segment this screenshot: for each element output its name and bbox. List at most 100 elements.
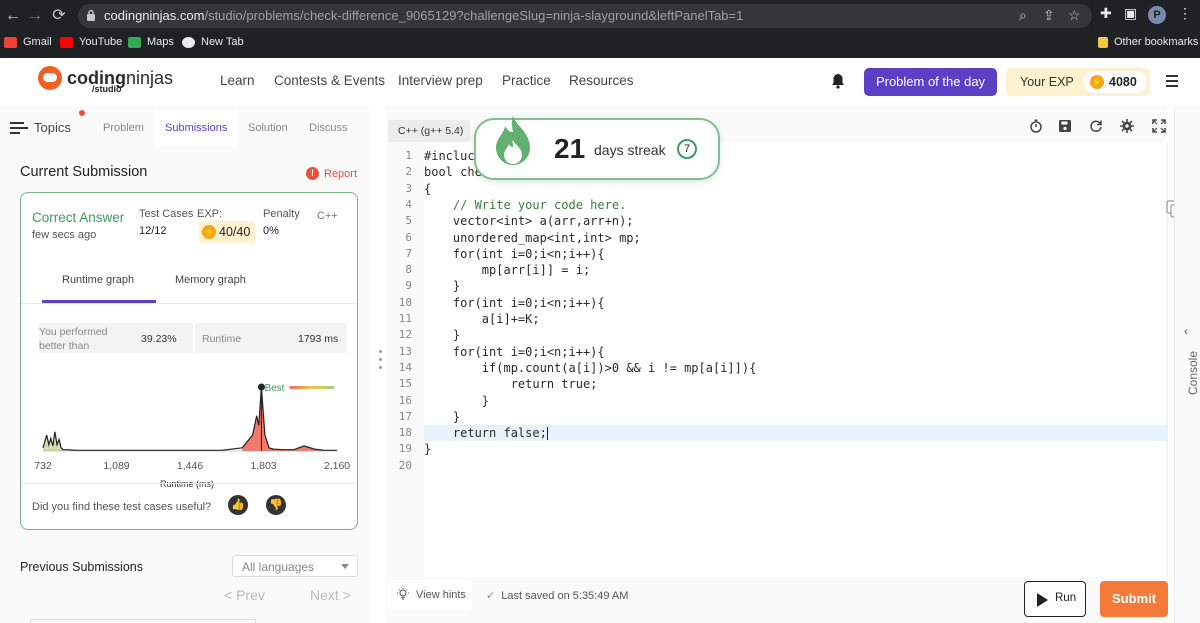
runtime-line	[42, 386, 337, 451]
chevron-left-icon[interactable]: ‹	[1184, 324, 1188, 338]
tab-memory-graph[interactable]: Memory graph	[175, 274, 246, 286]
line-number: 3	[405, 181, 412, 195]
zoom-icon[interactable]: ⌕	[1019, 7, 1027, 24]
play-icon	[1037, 593, 1048, 607]
reset-icon[interactable]	[1089, 119, 1103, 133]
line-number: 6	[405, 230, 412, 244]
url-host: codingninjas.com	[104, 8, 205, 23]
save-icon[interactable]	[1058, 119, 1072, 133]
code-editor: C++ (g++ 5.4) 1 2 3 4 5 6 7 8 9 10 11 12 13 14 15 16 17 1…	[386, 106, 1182, 623]
back-icon[interactable]: ←	[2, 5, 24, 27]
x-tick-label: 2,160	[324, 460, 350, 472]
address-row: ← → ⟳ codingninjas.com/studio/problems/c…	[0, 0, 1200, 32]
thumbs-down-icon[interactable]: 👎	[266, 495, 286, 515]
runtime-label: Runtime	[202, 333, 242, 345]
topics-label: Topics	[34, 120, 71, 135]
runtime-value: 1793 ms	[298, 333, 339, 345]
line-number: 15	[398, 377, 412, 391]
tab-submissions[interactable]: Submissions	[165, 122, 228, 134]
globe-icon	[182, 36, 195, 48]
console-rail[interactable]: ‹ Console	[1174, 106, 1200, 623]
prev-button[interactable]: < Prev	[224, 587, 265, 603]
code-line: }	[424, 409, 461, 424]
code-line: return true;	[424, 377, 598, 392]
submission-card: Correct Answer few secs ago Test Cases 1…	[20, 192, 358, 530]
star-icon[interactable]: ☆	[1068, 7, 1081, 24]
language-selector[interactable]: C++ (g++ 5.4)	[388, 120, 470, 142]
tab-runtime-graph[interactable]: Runtime graph	[62, 274, 134, 286]
other-bookmarks-label: Other bookmarks	[1114, 36, 1199, 48]
exp-earned-value: 40/40	[219, 225, 251, 239]
tab-solution[interactable]: Solution	[248, 122, 288, 134]
bookmark-gmail[interactable]: Gmail	[4, 36, 52, 48]
left-panel: Topics Problem Submissions Solution Disc…	[0, 106, 370, 623]
url-path: /studio/problems/check-difference_906512…	[204, 8, 744, 23]
submission-time: few secs ago	[32, 229, 97, 241]
menu-dots-icon[interactable]: ⋮	[1178, 5, 1192, 22]
bookmark-youtube[interactable]: YouTube	[60, 36, 122, 48]
bookmark-label: Gmail	[23, 36, 52, 48]
current-submission-title: Current Submission	[20, 164, 148, 180]
last-saved-status: ✓ Last saved on 5:35:49 AM	[486, 589, 628, 602]
line-number: 4	[405, 197, 412, 211]
sidepanel-icon[interactable]: ▣	[1124, 5, 1137, 22]
view-hints-button[interactable]: View hints	[388, 580, 472, 610]
run-button[interactable]: Run	[1024, 581, 1086, 617]
line-number: 16	[398, 393, 412, 407]
tab-discuss[interactable]: Discuss	[309, 122, 348, 134]
test-cases-value: 12/12	[139, 225, 167, 237]
share-icon[interactable]: ⇪	[1043, 7, 1055, 24]
line-number: 11	[398, 312, 412, 325]
panel-resize-handle[interactable]	[379, 350, 383, 380]
nav-resources[interactable]: Resources	[569, 73, 634, 88]
fullscreen-icon[interactable]	[1152, 119, 1166, 133]
code-line: if(mp.count(a[i])>0 && i != mp[a[i]]){	[424, 360, 757, 375]
extensions-icon[interactable]: ✚	[1100, 5, 1112, 22]
forward-icon[interactable]: →	[24, 5, 46, 27]
alert-icon: !	[306, 167, 319, 180]
timer-icon[interactable]	[1029, 119, 1043, 133]
submit-button[interactable]: Submit	[1100, 581, 1168, 617]
code-area[interactable]: #incluc bool che{ // Write your code here…	[424, 142, 1182, 577]
language-filter-value: All languages	[242, 560, 315, 574]
x-axis-label: Runtime (ms)	[160, 479, 214, 489]
nav-contests[interactable]: Contests & Events	[274, 73, 385, 88]
flame-icon	[496, 116, 530, 165]
line-number: 10	[398, 295, 412, 309]
bookmark-maps[interactable]: Maps	[128, 36, 174, 48]
bell-icon[interactable]	[831, 73, 845, 89]
other-bookmarks[interactable]: Other bookmarks	[1098, 36, 1198, 48]
tab-problem[interactable]: Problem	[103, 122, 144, 134]
topics-toggle[interactable]: Topics	[10, 120, 71, 135]
view-hints-label: View hints	[416, 589, 466, 601]
nav-learn[interactable]: Learn	[220, 73, 255, 88]
best-gradient-bar	[289, 386, 335, 389]
code-line: }	[424, 442, 432, 457]
settings-gear-icon[interactable]	[1120, 119, 1134, 133]
code-line: unordered_map<int,int> mp;	[424, 230, 641, 245]
profile-avatar[interactable]: P	[1148, 6, 1166, 24]
code-line: // Write your code here.	[424, 197, 627, 212]
exp-box[interactable]: Your EXP ⚡ 4080	[1006, 68, 1150, 96]
x-tick-label: 1,803	[250, 460, 276, 472]
thumbs-up-icon[interactable]: 👍	[228, 495, 248, 515]
bookmark-label: YouTube	[79, 36, 123, 48]
best-marker-label: Best	[264, 383, 284, 394]
language-filter-select[interactable]: All languages	[232, 555, 358, 577]
nav-practice[interactable]: Practice	[502, 73, 551, 88]
reload-icon[interactable]: ⟳	[48, 5, 70, 27]
code-line: }	[424, 279, 461, 294]
nav-interview-prep[interactable]: Interview prep	[398, 73, 483, 88]
topics-menu-icon	[10, 121, 28, 134]
next-button[interactable]: Next >	[310, 587, 351, 603]
report-button[interactable]: ! Report	[306, 167, 357, 180]
code-line: for(int i=0;i<n;i++){	[424, 246, 605, 261]
bookmark-newtab[interactable]: New Tab	[182, 36, 244, 48]
address-bar[interactable]: codingninjas.com/studio/problems/check-d…	[78, 4, 1092, 28]
line-number: 17	[398, 409, 412, 423]
hamburger-menu-icon[interactable]	[1166, 75, 1178, 87]
x-tick-label: 732	[34, 460, 52, 472]
code-line: for(int i=0;i<n;i++){	[424, 295, 605, 310]
problem-of-the-day-button[interactable]: Problem of the day	[864, 68, 997, 96]
penalty-label: Penalty	[263, 208, 300, 220]
